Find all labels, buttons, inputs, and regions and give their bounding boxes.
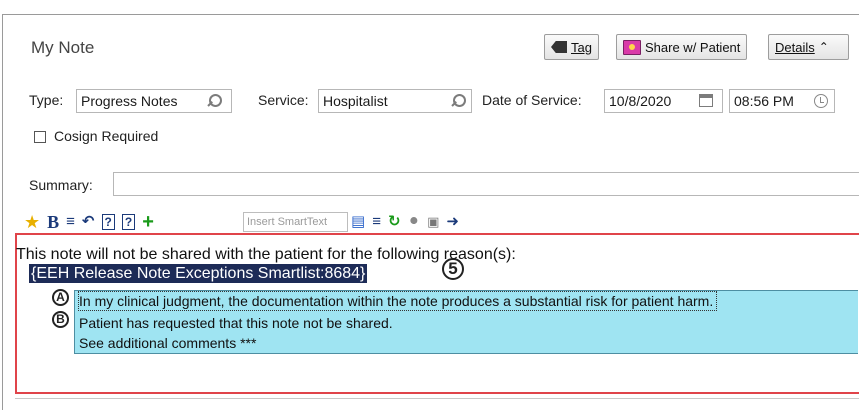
bold-button[interactable]: B — [47, 212, 59, 232]
note-title: My Note — [31, 38, 95, 57]
calendar-icon[interactable] — [699, 94, 713, 107]
search-icon[interactable] — [452, 94, 466, 108]
smartlink-help-icon[interactable]: ? — [101, 214, 115, 230]
tag-button[interactable]: Tag — [544, 34, 599, 60]
insert-smarttext-input[interactable]: Insert SmartText — [243, 212, 348, 232]
insert-text-icon[interactable]: ≡ — [372, 212, 381, 232]
refresh-icon[interactable]: ↻ — [388, 212, 401, 232]
cropped-top-text — [0, 0, 859, 14]
callout-a-badge: A — [52, 289, 69, 306]
favorite-star-icon[interactable]: ★ — [24, 212, 40, 232]
tag-icon — [551, 41, 567, 53]
undo-icon[interactable]: ↶ — [82, 212, 95, 232]
callout-5-badge: 5 — [442, 258, 464, 280]
service-label: Service: — [258, 92, 309, 108]
date-value: 10/8/2020 — [609, 93, 672, 109]
tag-label: Tag — [571, 39, 592, 55]
share-with-patient-button[interactable]: Share w/ Patient — [616, 34, 748, 60]
chevron-up-icon: ⌃ — [818, 40, 829, 54]
share-label: Share w/ Patient — [645, 39, 741, 55]
smartlist-option[interactable]: Patient has requested that this note not… — [79, 314, 393, 332]
cosign-label: Cosign Required — [54, 128, 159, 144]
insert-link-icon[interactable]: ➜ — [446, 212, 459, 232]
type-label: Type: — [29, 92, 64, 108]
details-label: Details — [775, 39, 815, 55]
microphone-icon[interactable]: ⚫ — [408, 212, 421, 232]
smarttext-list-icon[interactable]: ▤ — [351, 212, 365, 232]
service-field[interactable]: Hospitalist — [318, 89, 472, 113]
service-value: Hospitalist — [323, 93, 388, 109]
smartlist-field[interactable]: {EEH Release Note Exceptions Smartlist:8… — [29, 264, 368, 283]
smartlist-option[interactable]: In my clinical judgment, the documentati… — [77, 291, 718, 311]
divider — [15, 398, 859, 399]
summary-label: Summary: — [29, 177, 93, 193]
date-of-service-label: Date of Service: — [482, 92, 582, 108]
smartlist-option[interactable]: See additional comments *** — [79, 334, 256, 352]
reason-line: This note will not be shared with the pa… — [16, 246, 516, 263]
callout-b-badge: B — [52, 311, 69, 328]
smartlist-options-dropdown: In my clinical judgment, the documentati… — [74, 290, 858, 354]
add-icon[interactable]: + — [142, 212, 154, 232]
details-button[interactable]: Details ⌃ — [768, 34, 849, 60]
editor-toolbar-right: ▤ ≡ ↻ ⚫ ▣ ➜ — [351, 211, 466, 233]
cosign-checkbox[interactable] — [34, 131, 46, 143]
smartphrase-help-icon[interactable]: ? — [121, 214, 136, 230]
search-icon[interactable] — [208, 94, 222, 108]
time-value: 08:56 PM — [734, 93, 794, 109]
bullet-list-icon[interactable]: ≡ — [66, 212, 75, 232]
type-value: Progress Notes — [81, 93, 178, 109]
media-icon[interactable]: ▣ — [427, 212, 439, 232]
editor-toolbar: ★ B ≡ ↶ ? ? + — [24, 211, 161, 233]
share-patient-icon — [623, 39, 641, 55]
summary-input[interactable] — [113, 172, 859, 196]
clock-icon[interactable] — [814, 94, 828, 108]
